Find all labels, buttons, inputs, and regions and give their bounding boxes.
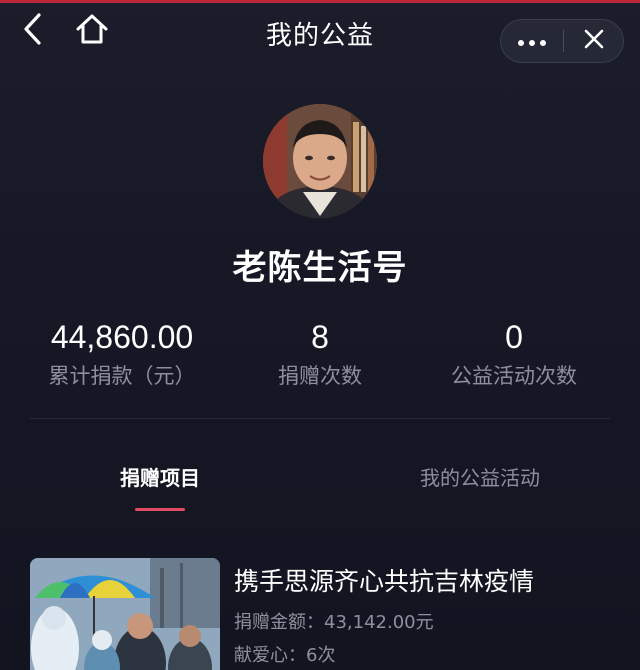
- more-dots-icon: [517, 32, 547, 51]
- back-button[interactable]: [14, 13, 50, 49]
- stat-label: 公益活动次数: [451, 364, 577, 388]
- more-button[interactable]: [501, 20, 563, 62]
- project-donation-amount: 捐赠金额：43,142.00元: [234, 612, 434, 633]
- tab-my-activities[interactable]: 我的公益活动: [400, 462, 560, 491]
- home-icon: [75, 13, 109, 49]
- avatar[interactable]: [263, 104, 377, 218]
- project-love-count: 献爱心：6次: [234, 645, 336, 666]
- screen: 我的公益 老陈生活号 44,860.00 累计捐款（元） 8 捐赠次数 0 公益…: [0, 0, 640, 670]
- stat-donation-count: 8 捐赠次数: [210, 318, 430, 390]
- project-title[interactable]: 携手思源齐心共抗吉林疫情: [234, 562, 534, 598]
- tab-donation-projects[interactable]: 捐赠项目: [110, 462, 210, 491]
- stat-value: 8: [311, 319, 329, 355]
- close-icon: [583, 28, 605, 54]
- stat-value: 44,860.00: [50, 319, 194, 355]
- stat-total-donation: 44,860.00 累计捐款（元）: [12, 318, 232, 390]
- stat-value: 0: [505, 319, 523, 355]
- home-button[interactable]: [72, 13, 112, 49]
- stat-activity-count: 0 公益活动次数: [404, 318, 624, 390]
- user-name: 老陈生活号: [232, 248, 408, 288]
- close-button[interactable]: [564, 20, 624, 62]
- stat-label: 捐赠次数: [278, 364, 362, 388]
- mini-program-capsule: [500, 19, 624, 63]
- stat-label: 累计捐款（元）: [48, 364, 196, 388]
- active-tab-indicator: [135, 508, 185, 511]
- section-divider: [30, 418, 610, 419]
- chevron-left-icon: [21, 12, 43, 50]
- project-thumbnail[interactable]: [30, 558, 220, 670]
- header-bar: 我的公益: [0, 3, 640, 63]
